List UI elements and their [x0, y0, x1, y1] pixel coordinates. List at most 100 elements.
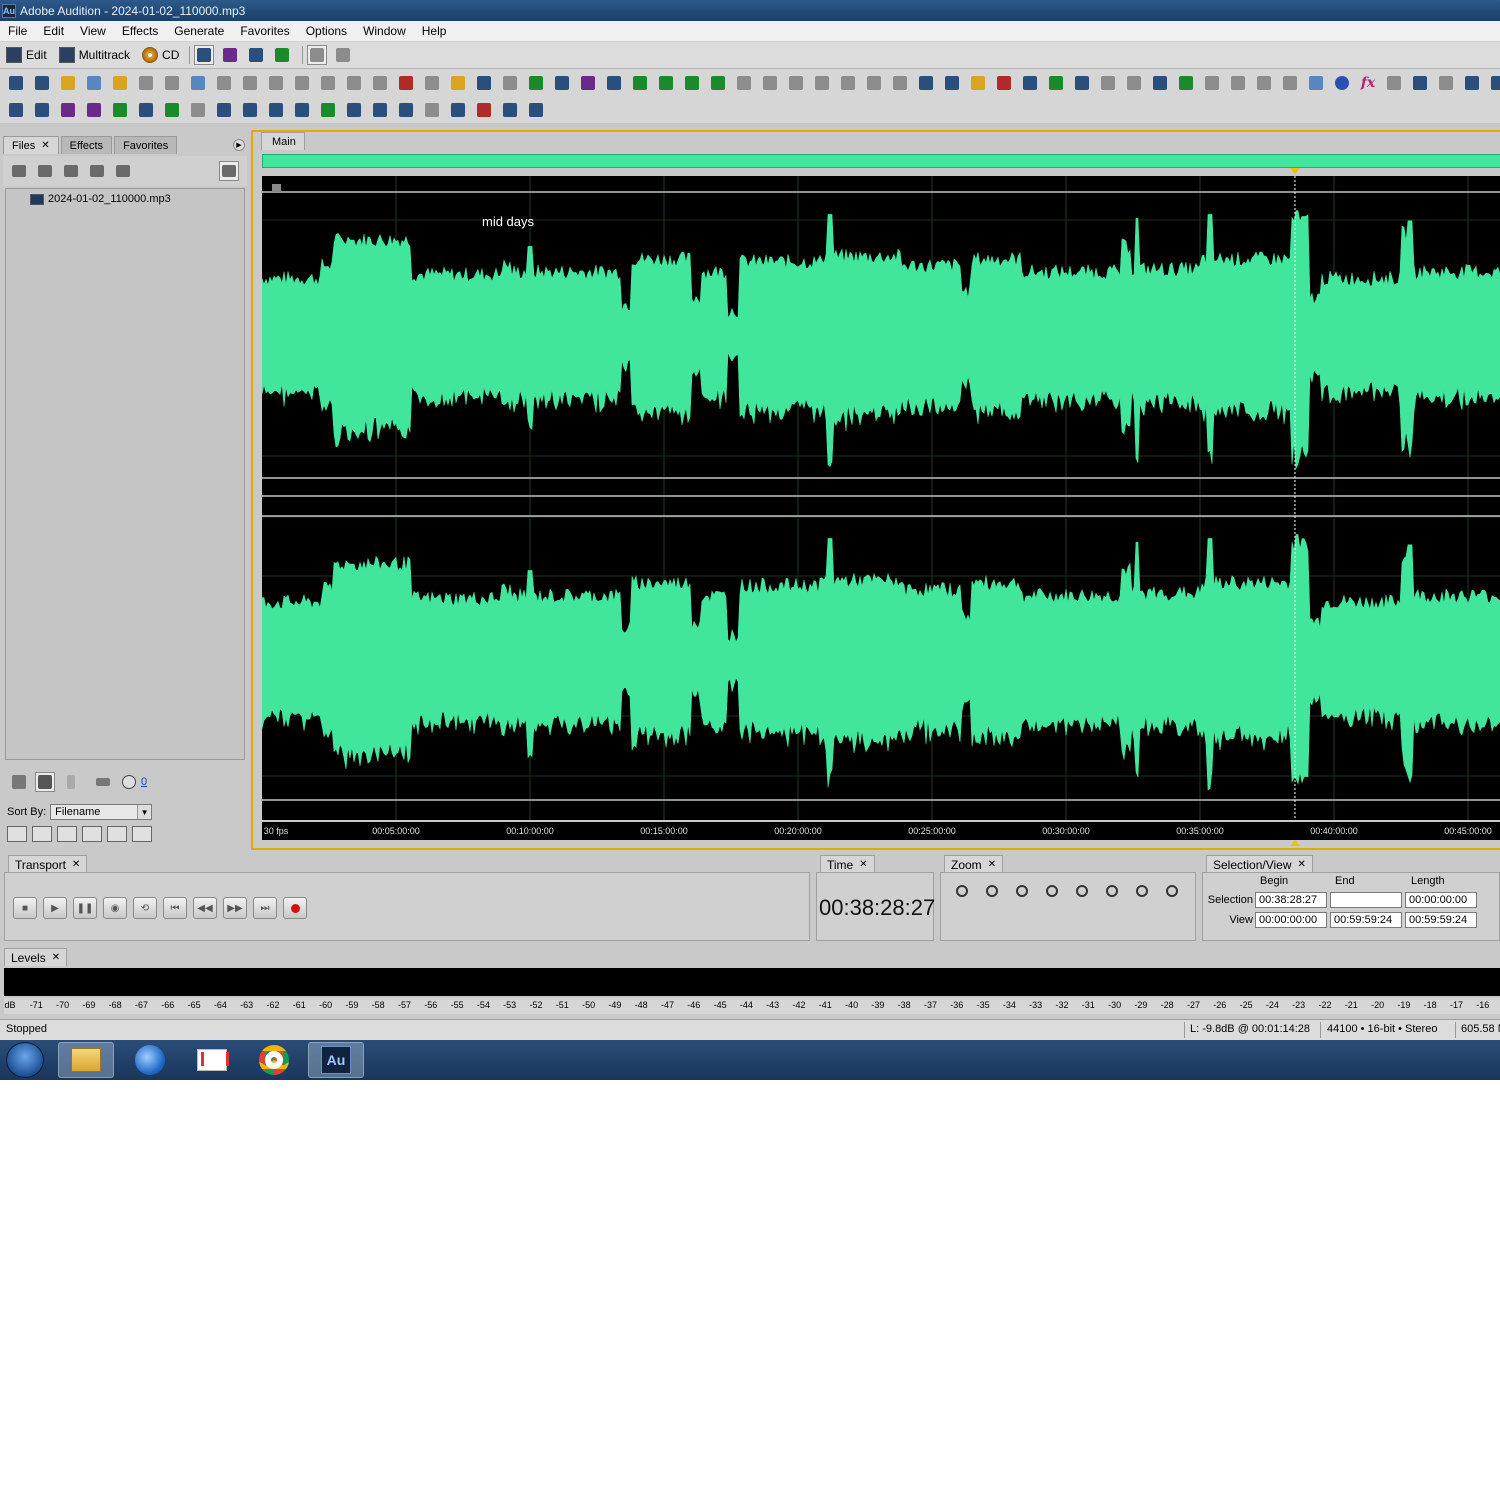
play-button[interactable]: ▶ — [43, 897, 67, 919]
main-toolbar-button-23[interactable] — [578, 73, 598, 93]
play-to-end-button[interactable]: ◉ — [103, 897, 127, 919]
move-tool-button[interactable] — [333, 45, 353, 65]
menu-view[interactable]: View — [72, 24, 114, 38]
main-toolbar-button-47[interactable] — [1202, 73, 1222, 93]
playhead-marker-top[interactable] — [1290, 168, 1300, 174]
filter-cue-button[interactable] — [132, 826, 152, 842]
effects-toolbar-button-4[interactable] — [84, 100, 104, 120]
start-button[interactable] — [6, 1042, 44, 1078]
main-toolbar-button-39[interactable] — [994, 73, 1014, 93]
effects-toolbar-button-2[interactable] — [32, 100, 52, 120]
effects-toolbar-button-12[interactable] — [292, 100, 312, 120]
insert-multitrack-button[interactable] — [61, 161, 81, 181]
main-toolbar-button-51[interactable] — [1306, 73, 1326, 93]
effects-toolbar-button-21[interactable] — [526, 100, 546, 120]
main-toolbar-button-3[interactable] — [58, 73, 78, 93]
import-file-button[interactable] — [9, 161, 29, 181]
edit-view-button[interactable]: Edit — [0, 44, 53, 66]
main-toolbar-button-8[interactable] — [188, 73, 208, 93]
close-file-button[interactable] — [35, 161, 55, 181]
preview-play-button[interactable] — [61, 772, 81, 792]
time-selection-tool-button[interactable] — [307, 45, 328, 65]
effects-toolbar-button-10[interactable] — [240, 100, 260, 120]
tab-zoom[interactable]: Zoom ✕ — [944, 855, 1004, 873]
main-toolbar-button-49[interactable] — [1254, 73, 1274, 93]
effects-toolbar-button-5[interactable] — [110, 100, 130, 120]
menu-help[interactable]: Help — [414, 24, 455, 38]
waveform-view-button[interactable] — [194, 45, 215, 65]
main-toolbar-button-34[interactable] — [864, 73, 884, 93]
panel-menu-icon[interactable]: ▶ — [233, 139, 245, 151]
main-toolbar-button-35[interactable] — [890, 73, 910, 93]
main-toolbar-button-57[interactable] — [1462, 73, 1482, 93]
filter-waveform-button[interactable] — [7, 826, 27, 842]
main-toolbar-button-41[interactable] — [1046, 73, 1066, 93]
go-to-start-button[interactable]: ⏮ — [163, 897, 187, 919]
main-toolbar-button-5[interactable] — [110, 73, 130, 93]
main-toolbar-button-43[interactable] — [1098, 73, 1118, 93]
main-toolbar-button-13[interactable] — [318, 73, 338, 93]
main-toolbar-button-40[interactable] — [1020, 73, 1040, 93]
effects-toolbar-button-20[interactable] — [500, 100, 520, 120]
effects-toolbar-button-8[interactable] — [188, 100, 208, 120]
tab-selection-view[interactable]: Selection/View ✕ — [1206, 855, 1313, 873]
taskbar-browser[interactable] — [122, 1042, 178, 1078]
main-toolbar-button-7[interactable] — [162, 73, 182, 93]
record-button[interactable] — [283, 897, 307, 919]
main-toolbar-button-17[interactable] — [422, 73, 442, 93]
filter-loop-button[interactable] — [32, 826, 52, 842]
close-icon[interactable]: ✕ — [52, 952, 60, 963]
main-toolbar-button-30[interactable] — [760, 73, 780, 93]
volume-button[interactable] — [93, 772, 113, 792]
taskbar-explorer[interactable] — [58, 1042, 114, 1078]
tab-favorites[interactable]: Favorites — [114, 136, 178, 154]
menu-effects[interactable]: Effects — [114, 24, 166, 38]
main-toolbar-button-21[interactable] — [526, 73, 546, 93]
zoom-out-horizontal-button[interactable] — [981, 881, 1003, 901]
main-toolbar-button-6[interactable] — [136, 73, 156, 93]
main-toolbar-button-2[interactable] — [32, 73, 52, 93]
main-toolbar-button-14[interactable] — [344, 73, 364, 93]
main-toolbar-button-54[interactable] — [1384, 73, 1404, 93]
files-list[interactable]: 2024-01-02_110000.mp3 — [5, 188, 245, 760]
show-options-button[interactable] — [219, 161, 239, 181]
autoplay-knob[interactable] — [119, 772, 139, 792]
view-begin-field[interactable]: 00:00:00:00 — [1255, 912, 1327, 928]
loop-preview-button[interactable] — [35, 772, 55, 792]
taskbar-audition[interactable]: Au — [308, 1042, 364, 1078]
effects-toolbar-button-16[interactable] — [396, 100, 416, 120]
main-toolbar-button-10[interactable] — [240, 73, 260, 93]
multitrack-view-button[interactable]: Multitrack — [53, 44, 136, 66]
tab-effects[interactable]: Effects — [60, 136, 113, 154]
main-toolbar-button-11[interactable] — [266, 73, 286, 93]
main-toolbar-button-1[interactable] — [6, 73, 26, 93]
main-toolbar-button-24[interactable] — [604, 73, 624, 93]
insert-cd-button[interactable] — [87, 161, 107, 181]
menu-options[interactable]: Options — [298, 24, 355, 38]
zoom-out-vertical-button[interactable] — [1161, 881, 1183, 901]
main-toolbar-button-50[interactable] — [1280, 73, 1300, 93]
main-toolbar-button-15[interactable] — [370, 73, 390, 93]
main-toolbar-button-19[interactable] — [474, 73, 494, 93]
stop-button[interactable]: ■ — [13, 897, 37, 919]
main-toolbar-button-20[interactable] — [500, 73, 520, 93]
effects-toolbar-button-19[interactable] — [474, 100, 494, 120]
main-toolbar-button-28[interactable] — [708, 73, 728, 93]
filter-video-button[interactable] — [57, 826, 77, 842]
filter-midi-button[interactable] — [82, 826, 102, 842]
filter-view-button[interactable] — [107, 826, 127, 842]
list-item[interactable]: 2024-01-02_110000.mp3 — [30, 193, 171, 205]
menu-favorites[interactable]: Favorites — [232, 24, 297, 38]
main-toolbar-button-31[interactable] — [786, 73, 806, 93]
spectral-pan-button[interactable] — [246, 45, 266, 65]
main-toolbar-button-12[interactable] — [292, 73, 312, 93]
main-toolbar-button-18[interactable] — [448, 73, 468, 93]
main-toolbar-button-56[interactable] — [1436, 73, 1456, 93]
main-toolbar-button-16[interactable] — [396, 73, 416, 93]
main-toolbar-button-46[interactable] — [1176, 73, 1196, 93]
effects-toolbar-button-13[interactable] — [318, 100, 338, 120]
zoom-in-vertical-button[interactable] — [1131, 881, 1153, 901]
menu-generate[interactable]: Generate — [166, 24, 232, 38]
effects-toolbar-button-11[interactable] — [266, 100, 286, 120]
zoom-left-edge-button[interactable] — [1071, 881, 1093, 901]
